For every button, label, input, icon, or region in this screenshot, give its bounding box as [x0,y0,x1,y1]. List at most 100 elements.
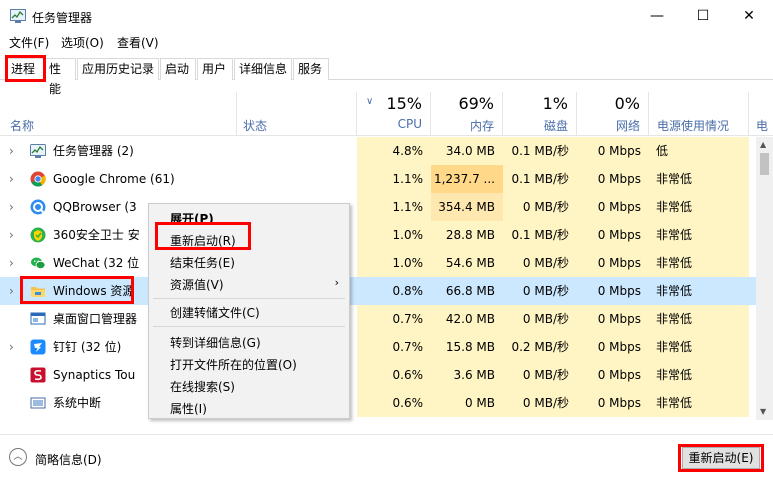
tab-performance[interactable]: 性能 [44,58,76,96]
column-name-cell[interactable] [0,92,237,136]
memory-value: 28.8 MB [431,221,503,249]
ctx-expand[interactable]: 展开(P) [170,210,214,227]
memory-value: 66.8 MB [445,284,495,298]
column-network[interactable]: 0% 网络 [577,92,649,136]
tab-details[interactable]: 详细信息 [234,58,292,80]
scroll-up-arrow-icon[interactable]: ▲ [760,140,766,149]
network-value: 0 Mbps [577,305,649,333]
table-row[interactable]: › 360安全卫士 安 1.0% 28.8 MB 0.1 MB/秒 0 Mbps… [0,221,760,249]
ctx-resource-values[interactable]: 资源值(V) [170,276,224,293]
column-status-cell[interactable] [237,92,357,136]
table-row[interactable]: 系统中断 0.6% 0 MB 0 MB/秒 0 Mbps 非常低 [0,389,760,417]
maximize-button[interactable]: ☐ [680,0,726,32]
process-name: Synaptics Tou [53,368,136,382]
power-value: 非常低 [649,305,749,333]
ctx-restart[interactable]: 重新启动(R) [170,232,236,249]
network-value: 0 Mbps [577,361,649,389]
minimize-button[interactable]: — [634,0,680,32]
expand-chevron-icon[interactable]: › [9,165,14,193]
close-button[interactable]: ✕ [726,0,772,32]
process-name: 360安全卫士 安 [53,228,140,242]
process-name: 钉钉 (32 位) [53,340,122,354]
expand-chevron-icon[interactable]: › [9,193,14,221]
network-value: 0 Mbps [577,249,649,277]
menu-file[interactable]: 文件(F) [9,34,49,51]
expand-chevron-icon[interactable]: › [9,277,14,305]
disk-value: 0 MB/秒 [503,361,577,389]
ctx-end-task[interactable]: 结束任务(E) [170,254,235,271]
cpu-value: 1.0% [357,221,431,249]
cpu-value: 4.8% [357,137,431,165]
cpu-value: 0.7% [357,333,431,361]
expand-chevron-icon[interactable]: › [9,221,14,249]
scrollbar-thumb[interactable] [760,153,769,175]
memory-value: 42.0 MB [431,305,503,333]
menu-options[interactable]: 选项(O) [61,34,104,51]
tab-users[interactable]: 用户 [197,58,233,80]
restart-button[interactable]: 重新启动(E) [682,447,760,469]
power-value: 非常低 [649,249,749,277]
tab-startup[interactable]: 启动 [160,58,196,80]
table-row-selected[interactable]: › Windows 资源 0.8% 66.8 MB 0 MB/秒 0 Mbps … [0,277,760,305]
column-disk[interactable]: 1% 磁盘 [503,92,577,136]
disk-value: 0 MB/秒 [503,389,577,417]
expand-chevron-icon[interactable]: › [9,137,14,165]
process-name: 系统中断 [53,396,102,410]
memory-label: 内存 [469,119,494,133]
memory-total-pct: 69% [458,94,494,113]
expand-chevron-icon[interactable]: › [9,249,14,277]
table-row[interactable]: › 钉钉 (32 位) 0.7% 15.8 MB 0.2 MB/秒 0 Mbps… [0,333,760,361]
cpu-value: 1.1% [357,165,431,193]
fewer-details-link[interactable]: 简略信息(D) [35,451,102,468]
ctx-go-to-details[interactable]: 转到详细信息(G) [170,334,261,351]
table-row[interactable]: › Google Chrome (61) 1.1% 1,237.7 ... 0.… [0,165,760,193]
ctx-properties[interactable]: 属性(I) [170,400,207,417]
column-memory[interactable]: 69% 内存 [431,92,503,136]
memory-value: 54.6 MB [431,249,503,277]
dwm-icon [30,312,46,325]
column-cpu[interactable]: 15% CPU [357,92,431,136]
table-row[interactable]: › QQBrowser (3 1.1% 354.4 MB 0 MB/秒 0 Mb… [0,193,760,221]
context-menu: 展开(P) 重新启动(R) 结束任务(E) 资源值(V) › 创建转储文件(C)… [148,203,350,419]
collapse-chevron-icon[interactable]: ︿ [9,448,27,466]
tab-processes[interactable]: 进程 [6,58,44,80]
power-value: 非常低 [649,389,749,417]
column-power[interactable]: 电源使用情况 [649,92,749,136]
process-name: 桌面窗口管理器 [53,312,138,326]
network-value: 0 Mbps [577,137,649,165]
cpu-value: 0.8% [392,284,424,298]
power-value: 非常低 [649,165,749,193]
ctx-separator [153,326,345,327]
qqbrowser-icon [30,199,46,215]
memory-value: 354.4 MB [431,193,503,221]
scroll-down-arrow-icon[interactable]: ▼ [760,407,766,416]
power-value: 非常低 [649,193,749,221]
cpu-value: 0.7% [357,305,431,333]
cpu-value: 0.6% [357,361,431,389]
chrome-icon [30,171,46,187]
power-value: 低 [649,137,749,165]
vertical-scrollbar[interactable]: ▲ ▼ [756,137,773,420]
tab-app-history[interactable]: 应用历史记录 [77,58,159,80]
table-row[interactable]: › WeChat (32 位 1.0% 54.6 MB 0 MB/秒 0 Mbp… [0,249,760,277]
cpu-value: 1.1% [357,193,431,221]
menu-view[interactable]: 查看(V) [117,34,159,51]
tab-services[interactable]: 服务 [293,58,329,80]
table-row[interactable]: 桌面窗口管理器 0.7% 42.0 MB 0 MB/秒 0 Mbps 非常低 [0,305,760,333]
column-power-trend[interactable]: 电 [749,92,773,136]
disk-value: 0 MB/秒 [522,284,569,298]
ctx-open-file-location[interactable]: 打开文件所在的位置(O) [170,356,297,373]
expand-chevron-icon[interactable]: › [9,333,14,361]
process-name: QQBrowser (3 [53,200,137,214]
memory-value: 34.0 MB [431,137,503,165]
table-row[interactable]: › 任务管理器 (2) 4.8% 34.0 MB 0.1 MB/秒 0 Mbps… [0,137,760,165]
ctx-search-online[interactable]: 在线搜索(S) [170,378,235,395]
power-value: 非常低 [649,333,749,361]
memory-value: 3.6 MB [431,361,503,389]
network-value: 0 Mbps [577,333,649,361]
ctx-create-dump[interactable]: 创建转储文件(C) [170,304,260,321]
cpu-label: CPU [397,117,422,131]
disk-value: 0.1 MB/秒 [503,221,577,249]
disk-total-pct: 1% [542,94,568,113]
table-row[interactable]: Synaptics Tou 0.6% 3.6 MB 0 MB/秒 0 Mbps … [0,361,760,389]
